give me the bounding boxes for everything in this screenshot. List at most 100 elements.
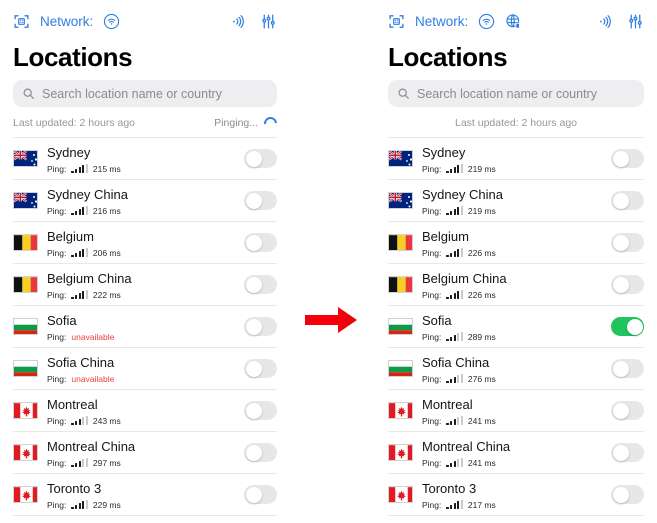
transition-arrow (303, 305, 359, 335)
location-toggle[interactable] (244, 275, 277, 294)
sliders-icon[interactable] (260, 13, 277, 30)
toggle-knob (245, 150, 262, 167)
location-name: Montreal (47, 396, 98, 412)
ping-label: Ping: (422, 331, 442, 342)
location-row[interactable]: Belgium China Ping: 222 ms (13, 264, 277, 306)
location-row[interactable]: Montreal Ping: 241 ms (388, 390, 644, 432)
flag-icon-ca (388, 444, 413, 461)
location-toggle[interactable] (244, 233, 277, 252)
location-toggle[interactable] (611, 275, 644, 294)
flag-icon-be (388, 234, 413, 251)
location-row[interactable]: Sydney China Ping: 219 ms (388, 180, 644, 222)
search-icon (22, 87, 35, 100)
flag-icon-ca (13, 486, 38, 503)
toggle-knob (612, 192, 629, 209)
ping-line: Ping: unavailable (47, 374, 244, 384)
location-row[interactable]: Montreal China Ping: 297 ms (13, 432, 277, 474)
location-row[interactable]: Sydney Ping: 215 ms (13, 138, 277, 180)
location-row[interactable]: Sofia China Ping: unavailable (13, 348, 277, 390)
search-placeholder: Search location name or country (417, 86, 597, 101)
toggle-knob (626, 318, 643, 335)
location-row[interactable]: Sydney China Ping: 216 ms (13, 180, 277, 222)
flag-icon-bg (388, 318, 413, 335)
location-toggle[interactable] (611, 359, 644, 378)
search-input[interactable]: Search location name or country (388, 80, 644, 107)
location-toggle[interactable] (611, 233, 644, 252)
location-row[interactable]: Toronto 3 Ping: 217 ms (388, 474, 644, 516)
location-toggle[interactable] (244, 485, 277, 504)
signal-bars-icon (71, 164, 88, 173)
location-name: Belgium (422, 228, 469, 244)
location-row[interactable]: Toronto 3 Ping: 229 ms (13, 474, 277, 516)
location-info: Sofia China Ping: 276 ms (422, 354, 611, 384)
toggle-knob (612, 276, 629, 293)
ping-line: Ping: 226 ms (422, 290, 611, 300)
location-info: Montreal Ping: 241 ms (422, 396, 611, 426)
location-info: Belgium Ping: 226 ms (422, 228, 611, 258)
location-toggle[interactable] (244, 359, 277, 378)
location-name: Sofia (47, 312, 77, 328)
location-row[interactable]: Sydney Ping: 219 ms (388, 138, 644, 180)
ping-value: 226 ms (467, 289, 496, 300)
location-row[interactable]: Belgium Ping: 206 ms (13, 222, 277, 264)
qr-scan-icon[interactable] (388, 13, 405, 30)
wifi-circle-icon[interactable] (478, 13, 495, 30)
location-name: Toronto 3 (422, 480, 477, 496)
ping-line: Ping: 217 ms (422, 500, 611, 510)
flag-icon-ca (13, 444, 38, 461)
flag-icon-be (13, 276, 38, 293)
ping-label: Ping: (47, 289, 67, 300)
location-info: Sydney China Ping: 219 ms (422, 186, 611, 216)
ping-line: Ping: 216 ms (47, 206, 244, 216)
location-toggle[interactable] (244, 149, 277, 168)
sliders-icon[interactable] (627, 13, 644, 30)
flag-icon-bg (13, 318, 38, 335)
toggle-knob (612, 234, 629, 251)
ping-value: 276 ms (467, 373, 496, 384)
ping-label: Ping: (422, 457, 442, 468)
location-info: Sofia Ping: unavailable (47, 312, 244, 342)
location-info: Sofia China Ping: unavailable (47, 354, 244, 384)
wifi-circle-icon[interactable] (103, 13, 120, 30)
search-placeholder: Search location name or country (42, 86, 222, 101)
broadcast-icon[interactable] (229, 13, 246, 30)
location-row[interactable]: Sofia Ping: 289 ms (388, 306, 644, 348)
ping-line: Ping: 222 ms (47, 290, 244, 300)
location-toggle[interactable] (244, 191, 277, 210)
location-row[interactable]: Montreal China Ping: 241 ms (388, 432, 644, 474)
location-row[interactable]: Sofia China Ping: 276 ms (388, 348, 644, 390)
location-info: Montreal China Ping: 241 ms (422, 438, 611, 468)
signal-bars-icon (446, 332, 463, 341)
location-toggle[interactable] (611, 443, 644, 462)
signal-bars-icon (446, 248, 463, 257)
search-icon (397, 87, 410, 100)
ping-line: Ping: 241 ms (422, 416, 611, 426)
signal-bars-icon (446, 164, 463, 173)
qr-scan-icon[interactable] (13, 13, 30, 30)
location-row[interactable]: Montreal Ping: 243 ms (13, 390, 277, 432)
location-row[interactable]: Sofia Ping: unavailable (13, 306, 277, 348)
ping-label: Ping: (422, 163, 442, 174)
location-row[interactable]: Belgium Ping: 226 ms (388, 222, 644, 264)
location-name: Sofia China (47, 354, 115, 370)
location-toggle[interactable] (611, 149, 644, 168)
location-toggle[interactable] (611, 485, 644, 504)
ping-value: 206 ms (92, 247, 121, 258)
broadcast-icon[interactable] (596, 13, 613, 30)
location-toggle[interactable] (611, 317, 644, 336)
location-name: Montreal (422, 396, 473, 412)
last-updated-text: Last updated: 2 hours ago (13, 117, 136, 129)
flag-icon-be (388, 276, 413, 293)
ping-label: Ping: (47, 373, 67, 384)
ping-label: Ping: (422, 289, 442, 300)
location-toggle[interactable] (611, 191, 644, 210)
location-toggle[interactable] (611, 401, 644, 420)
flag-icon-ca (13, 402, 38, 419)
location-row[interactable]: Belgium China Ping: 226 ms (388, 264, 644, 306)
location-toggle[interactable] (244, 401, 277, 420)
search-input[interactable]: Search location name or country (13, 80, 277, 107)
location-toggle[interactable] (244, 443, 277, 462)
location-toggle[interactable] (244, 317, 277, 336)
toggle-knob (245, 402, 262, 419)
globe-icon[interactable] (505, 13, 522, 30)
